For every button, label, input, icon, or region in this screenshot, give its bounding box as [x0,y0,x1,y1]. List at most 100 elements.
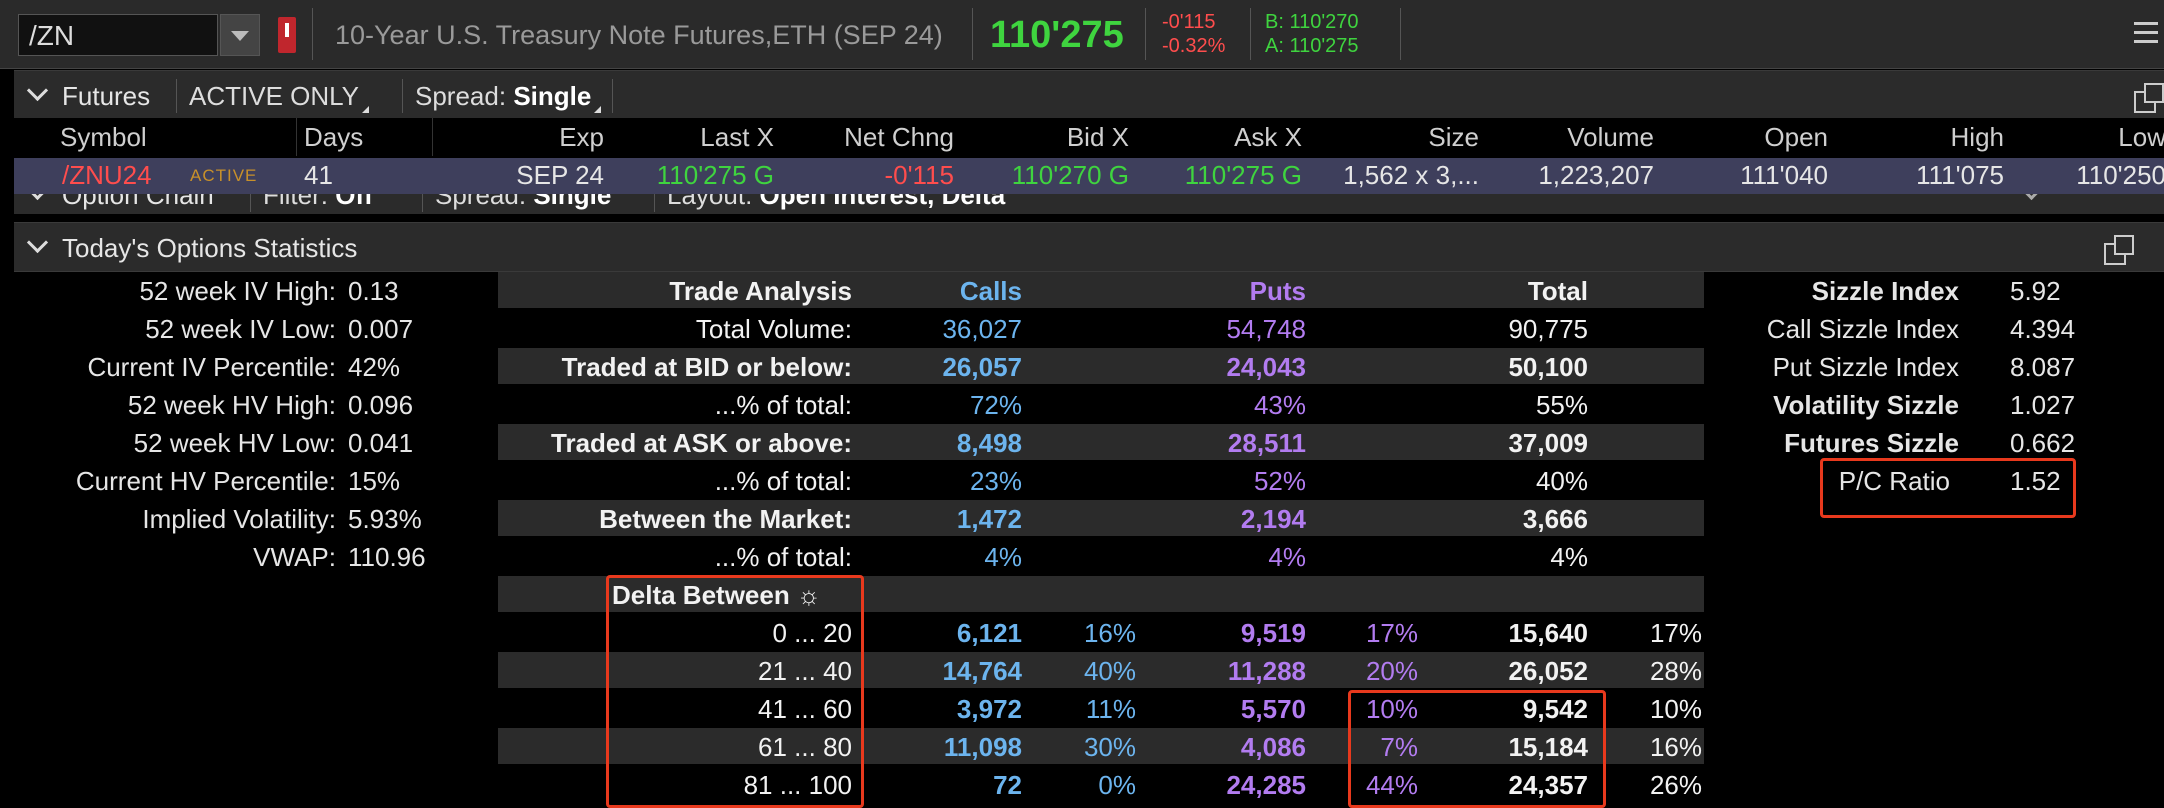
highlight-box-pc-ratio [1820,458,2076,518]
highlight-box-puts-totals [1348,690,1606,808]
row-label: ...% of total: [714,466,852,496]
col-size[interactable]: Size [1428,122,1479,153]
delta-calls-pct: 30% [1083,732,1136,762]
row-exp: SEP 24 [516,160,604,190]
divider [312,8,313,60]
delta-calls-pct: 0% [1098,770,1136,800]
row-label: ...% of total: [714,542,852,572]
trade-analysis-heading: Trade Analysis [669,276,852,306]
delta-total: 15,640 [1508,618,1588,648]
delta-puts: 5,570 [1240,694,1306,724]
active-only-filter[interactable]: ACTIVE ONLY [176,79,371,113]
sizzle-value: 4.394 [2010,314,2076,344]
divider [1400,8,1401,60]
row-open: 111'040 [1740,160,1828,190]
sizzle-label: Sizzle Index [1811,276,1959,306]
row-symbol[interactable]: /ZNU24 [62,160,152,191]
col-net-chng[interactable]: Net Chng [844,122,954,153]
col-last[interactable]: Last X [700,122,774,153]
chevron-down-icon [231,31,249,41]
col-high[interactable]: High [1951,122,2004,153]
col-symbol[interactable]: Symbol [60,122,147,153]
row-bid[interactable]: 110'270 G [1012,160,1129,191]
row-days: 41 [304,160,333,190]
calls-value: 36,027 [942,314,1022,344]
delta-puts-pct: 17% [1365,618,1418,648]
futures-title: Futures [62,81,151,111]
calls-value: 1,472 [956,504,1022,534]
sizzle-value: 0.662 [2010,428,2076,458]
sizzle-label: Futures Sizzle [1784,428,1959,458]
futures-row[interactable]: /ZNU24 ACTIVE 41 SEP 24 110'275 G -0'115… [14,158,2164,194]
sizzle-value: 8.087 [2010,352,2076,382]
delta-calls: 72 [993,770,1022,800]
spread-value: Single [513,81,592,111]
ask-value: A: 110'275 [1265,35,1359,57]
col-days[interactable]: Days [304,122,363,153]
delta-total: 26,052 [1508,656,1588,686]
calls-value: 72% [969,390,1022,420]
sizzle-label: Put Sizzle Index [1772,352,1959,382]
instrument-description: 10-Year U.S. Treasury Note Futures,ETH (… [335,20,943,50]
collapse-chevron-icon[interactable] [26,79,49,102]
total-heading: Total [1527,276,1588,306]
row-label: Traded at BID or below: [561,352,852,382]
stats-section-header: Today's Options Statistics [14,222,2164,272]
filter-label: ACTIVE ONLY [189,81,360,111]
delta-puts: 24,285 [1226,770,1306,800]
total-value: 50,100 [1508,352,1588,382]
divider [1145,8,1146,60]
col-bid[interactable]: Bid X [1067,122,1129,153]
col-open[interactable]: Open [1764,122,1828,153]
delta-calls-pct: 40% [1083,656,1136,686]
net-change-percent: -0.32% [1162,35,1226,57]
stats-title: Today's Options Statistics [62,233,358,263]
col-exp[interactable]: Exp [559,122,604,153]
sizzle-label: Call Sizzle Index [1766,314,1959,344]
active-badge: ACTIVE [190,166,258,185]
sizzle-label: Volatility Sizzle [1773,390,1959,420]
sizzle-value: 1.027 [2010,390,2076,420]
alert-flag-icon[interactable] [278,17,296,53]
divider [1250,8,1251,60]
puts-value: 54,748 [1226,314,1306,344]
futures-table-header: Symbol Days Exp Last X Net Chng Bid X As… [14,118,2164,156]
popout-icon[interactable] [2134,83,2164,113]
calls-heading: Calls [959,276,1022,306]
puts-value: 2,194 [1240,504,1306,534]
symbol-bar: /ZN 10-Year U.S. Treasury Note Futures,E… [0,0,2164,69]
calls-value: 26,057 [942,352,1022,382]
col-ask[interactable]: Ask X [1234,122,1302,153]
total-value: 3,666 [1522,504,1588,534]
total-value: 40% [1535,466,1588,496]
delta-puts-pct: 20% [1365,656,1418,686]
puts-value: 52% [1253,466,1306,496]
symbol-input[interactable]: /ZN [18,14,218,56]
symbol-dropdown-button[interactable] [220,14,260,56]
divider [972,8,973,60]
menu-icon[interactable] [2134,22,2164,49]
net-change: -0'115 -0.32% [1162,10,1225,58]
popout-icon[interactable] [2104,235,2134,265]
collapse-chevron-icon[interactable] [26,231,49,254]
spread-selector[interactable]: Spread: Single [402,79,603,113]
delta-puts: 9,519 [1240,618,1306,648]
delta-calls-pct: 16% [1083,618,1136,648]
delta-total-pct: 17% [1649,618,1702,648]
row-high: 111'075 [1916,160,2004,190]
row-label: Between the Market: [599,504,852,534]
col-low[interactable]: Low [2118,122,2164,153]
total-value: 37,009 [1508,428,1588,458]
puts-heading: Puts [1249,276,1306,306]
delta-puts: 4,086 [1240,732,1306,762]
delta-total-pct: 10% [1649,694,1702,724]
delta-calls: 3,972 [956,694,1022,724]
bid-ask: B: 110'270 A: 110'275 [1265,10,1359,58]
highlight-box-delta-ranges [606,575,864,808]
row-ask[interactable]: 110'275 G [1185,160,1302,191]
row-label: Total Volume: [695,314,852,344]
col-volume[interactable]: Volume [1567,122,1654,153]
delta-calls: 11,098 [943,732,1022,762]
divider [612,79,614,113]
delta-puts: 11,288 [1227,656,1306,686]
